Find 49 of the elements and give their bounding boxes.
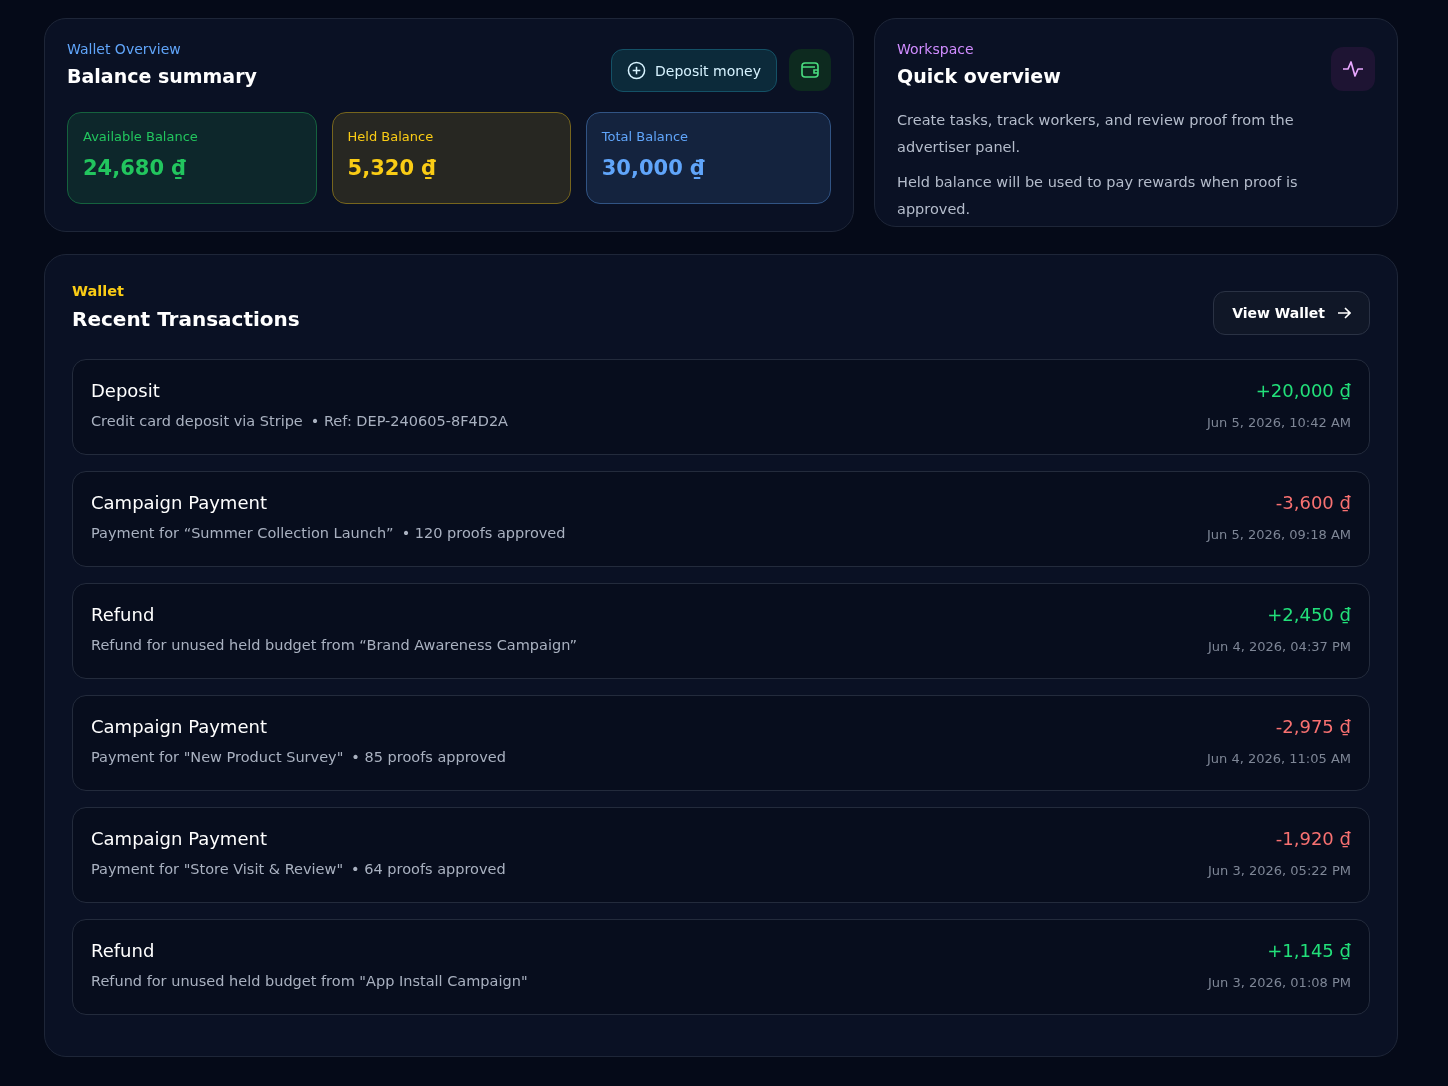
- wallet-button[interactable]: [789, 49, 831, 91]
- transaction-description: Credit card deposit via Stripe: [91, 413, 303, 429]
- plus-circle-icon: [627, 61, 647, 80]
- transaction-time: Jun 4, 2026, 11:05 AM: [1206, 751, 1351, 766]
- section-eyebrow: Wallet: [72, 283, 125, 299]
- card-title: Recent Transactions: [72, 307, 300, 331]
- transaction-time: Jun 3, 2026, 05:22 PM: [1208, 863, 1351, 878]
- transaction-description: Refund for unused held budget from "App Install Campaign": [91, 973, 528, 989]
- transaction-title: Campaign Payment: [91, 716, 268, 737]
- transaction-amount: +2,450 ₫: [1267, 604, 1351, 625]
- transaction-description: Payment for "Store Visit & Review": [91, 861, 344, 877]
- transaction-note: • Ref: DEP-240605-8F4D2A: [310, 413, 509, 429]
- view-wallet-button[interactable]: View Wallet: [1213, 291, 1370, 335]
- transaction-description: Refund for unused held budget from “Brand Awareness Campaign”: [91, 637, 578, 653]
- transaction-title: Refund: [91, 604, 156, 625]
- balance-label: Held Balance: [347, 129, 435, 144]
- transaction-amount: +20,000 ₫: [1255, 380, 1351, 401]
- transaction-title: Campaign Payment: [91, 492, 268, 513]
- wallet-icon: [800, 60, 820, 80]
- transaction-time: Jun 4, 2026, 04:37 PM: [1208, 639, 1351, 654]
- section-eyebrow: Workspace: [897, 41, 975, 57]
- transaction-title: Refund: [91, 940, 156, 961]
- pulse-icon: [1342, 58, 1364, 80]
- deposit-button[interactable]: Deposit money: [611, 49, 777, 92]
- transaction-title: Campaign Payment: [91, 828, 268, 849]
- transaction-title: Deposit: [91, 380, 161, 401]
- transaction-amount: -3,600 ₫: [1275, 492, 1351, 513]
- transaction-note: • 64 proofs approved: [351, 861, 506, 877]
- description-text: Held balance will be used to pay rewards when proof is approved.: [897, 173, 1299, 219]
- transaction-description: Payment for “Summer Collection Launch”: [91, 525, 394, 541]
- transaction-time: Jun 3, 2026, 01:08 PM: [1208, 975, 1351, 990]
- transaction-time: Jun 5, 2026, 09:18 AM: [1206, 527, 1351, 542]
- transaction-time: Jun 5, 2026, 10:42 AM: [1206, 415, 1351, 430]
- balance-amount: 5,320 ₫: [347, 156, 437, 180]
- balance-amount: 30,000 ₫: [601, 156, 706, 180]
- balance-label: Available Balance: [83, 129, 199, 144]
- transaction-description: Payment for "New Product Survey": [91, 749, 344, 765]
- transaction-note: • 120 proofs approved: [401, 525, 566, 541]
- arrow-right-icon: [1337, 306, 1351, 320]
- transaction-amount: -2,975 ₫: [1275, 716, 1351, 737]
- card-title: Quick overview: [897, 65, 1061, 87]
- description-text: Create tasks, track workers, and review proof from the advertiser panel.: [897, 111, 1295, 157]
- balance-amount: 24,680 ₫: [83, 156, 187, 180]
- transaction-amount: -1,920 ₫: [1275, 828, 1351, 849]
- section-eyebrow: Wallet Overview: [67, 41, 182, 57]
- card-title: Balance summary: [67, 65, 257, 87]
- balance-label: Total Balance: [601, 129, 690, 144]
- transaction-amount: +1,145 ₫: [1267, 940, 1351, 961]
- transaction-note: • 85 proofs approved: [351, 749, 506, 765]
